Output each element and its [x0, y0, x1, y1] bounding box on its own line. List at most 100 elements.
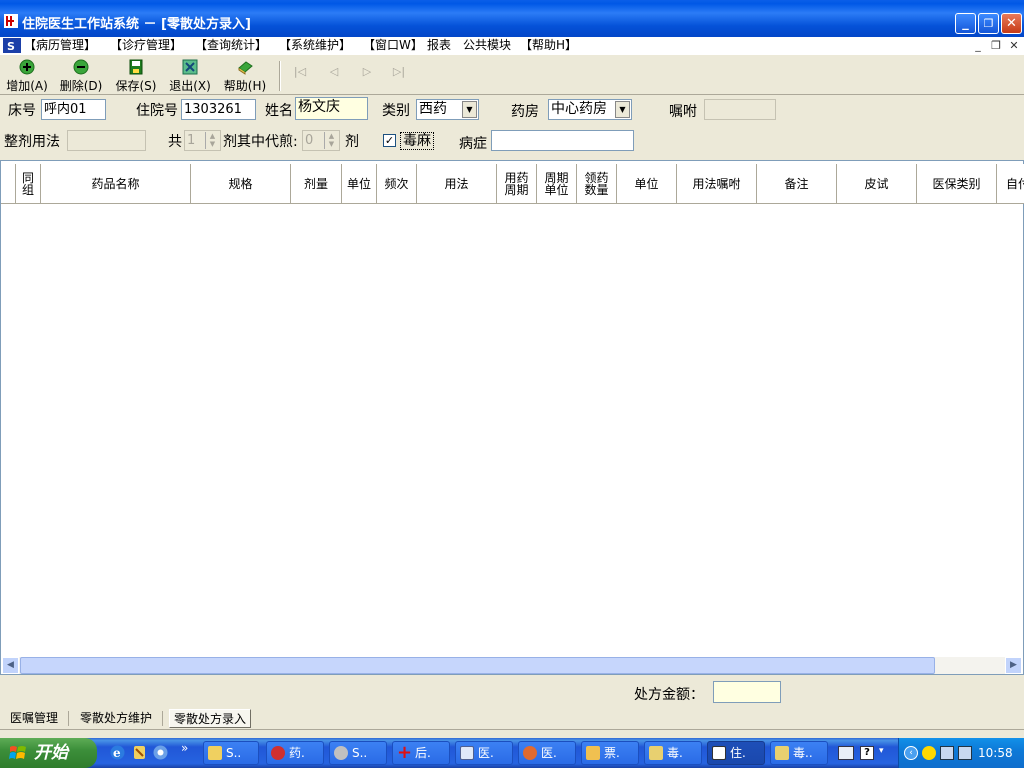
app-icon: [523, 746, 537, 760]
pen-icon: [586, 746, 600, 760]
tray-network-icon[interactable]: [940, 746, 954, 760]
taskbar-item-active[interactable]: 住.: [707, 741, 765, 765]
app-menu-icon[interactable]: S: [3, 38, 21, 53]
column-header-insurance-type[interactable]: 医保类别: [917, 164, 997, 204]
add-button[interactable]: 增加(A): [1, 58, 53, 93]
decoct-stepper[interactable]: 0 ▲ ▼: [302, 130, 340, 151]
dosage-method-label: 整剂用法: [4, 134, 60, 150]
close-button[interactable]: ✕: [1001, 13, 1022, 34]
clock[interactable]: 10:58: [978, 746, 1013, 760]
total-doses-stepper[interactable]: 1 ▲ ▼: [184, 130, 221, 151]
menu-help[interactable]: 【帮助H】: [520, 37, 577, 55]
column-header-medication-period[interactable]: 用药 周期: [497, 164, 537, 204]
nav-last-button[interactable]: ▷|: [391, 65, 407, 79]
nav-prev-button[interactable]: ◁: [326, 65, 342, 79]
taskbar-item[interactable]: 药.: [266, 741, 324, 765]
taskbar-item[interactable]: + 后.: [392, 741, 450, 765]
tray-collapse-icon[interactable]: ‹: [904, 746, 918, 760]
column-header-spec[interactable]: 规格: [191, 164, 291, 204]
disease-field[interactable]: [491, 130, 634, 151]
taskbar-item[interactable]: S..: [329, 741, 387, 765]
column-header-dose[interactable]: 剂量: [291, 164, 342, 204]
pharmacy-select[interactable]: 中心药房 ▼: [548, 99, 632, 120]
category-dropdown-icon[interactable]: ▼: [462, 101, 477, 118]
instruction-field[interactable]: [704, 99, 776, 120]
narcotic-checkbox[interactable]: ✓: [383, 134, 396, 147]
menu-window[interactable]: 【窗口W】: [363, 37, 423, 55]
quick-launch-ie-icon[interactable]: e: [109, 744, 126, 761]
menu-medical-records[interactable]: 【病历管理】: [24, 37, 96, 55]
help-button[interactable]: 帮助(H): [219, 58, 271, 93]
taskbar-item[interactable]: 医.: [518, 741, 576, 765]
prescription-amount-label: 处方金额：: [634, 687, 704, 703]
bed-field[interactable]: 呼内01: [41, 99, 106, 120]
column-header-drug-name[interactable]: 药品名称: [41, 164, 191, 204]
column-header-period-unit[interactable]: 周期 单位: [537, 164, 577, 204]
menu-bar: S 【病历管理】 【诊疗管理】 【查询统计】 【系统维护】 【窗口W】 报表 公…: [0, 37, 1024, 55]
decoct-label: 剂其中代煎:: [223, 134, 298, 150]
quick-launch-expand-icon[interactable]: »: [181, 741, 188, 755]
help-icon[interactable]: ?: [860, 746, 874, 760]
taskbar-item-label: 药.: [289, 746, 305, 760]
taskbar-item[interactable]: 毒.: [644, 741, 702, 765]
menu-diagnosis[interactable]: 【诊疗管理】: [110, 37, 182, 55]
scroll-thumb[interactable]: [20, 657, 935, 674]
pharmacy-label: 药房: [511, 104, 539, 120]
total-doses-spin-icon[interactable]: ▲ ▼: [205, 132, 219, 149]
taskbar-item[interactable]: 票.: [581, 741, 639, 765]
admission-number-field[interactable]: 1303261: [181, 99, 256, 120]
mdi-restore-button[interactable]: ❐: [989, 39, 1003, 53]
column-header-self-pay[interactable]: 自付: [997, 164, 1024, 204]
save-button[interactable]: 保存(S): [110, 58, 162, 93]
quick-launch-media-icon[interactable]: [152, 744, 169, 761]
prescription-grid[interactable]: 同 组 药品名称 规格 剂量 单位 频次 用法 用药 周期 周期 单位 领药 数…: [0, 160, 1024, 675]
column-header-dispense-unit[interactable]: 单位: [617, 164, 677, 204]
app-icon: [460, 746, 474, 760]
tab-prescription-entry[interactable]: 零散处方录入: [169, 709, 252, 728]
keyboard-icon[interactable]: [838, 746, 854, 760]
horizontal-scrollbar[interactable]: ◀ ▶: [2, 657, 1022, 674]
taskbar-item[interactable]: S..: [203, 741, 259, 765]
window-title: 住院医生工作站系统 － [零散处方录入]: [22, 17, 251, 32]
mdi-minimize-button[interactable]: _: [971, 39, 985, 53]
language-bar-icon[interactable]: ▾: [879, 746, 891, 760]
column-header-group[interactable]: 同 组: [16, 164, 41, 204]
nav-first-button[interactable]: |◁: [292, 65, 308, 79]
menu-system-maintenance[interactable]: 【系统维护】: [279, 37, 351, 55]
minimize-button[interactable]: _: [955, 13, 976, 34]
taskbar-item[interactable]: 毒..: [770, 741, 828, 765]
decoct-spin-icon[interactable]: ▲ ▼: [324, 132, 338, 149]
column-header-unit[interactable]: 单位: [342, 164, 377, 204]
prescription-amount-field: [713, 681, 781, 703]
instruction-label: 嘱咐: [669, 104, 697, 120]
restore-button[interactable]: ❐: [978, 13, 999, 34]
nav-next-button[interactable]: ▷: [359, 65, 375, 79]
column-header-remark[interactable]: 备注: [757, 164, 837, 204]
menu-public-module[interactable]: 公共模块: [463, 37, 511, 55]
pharmacy-dropdown-icon[interactable]: ▼: [615, 101, 630, 118]
category-select[interactable]: 西药 ▼: [416, 99, 479, 120]
column-header-skin-test[interactable]: 皮试: [837, 164, 917, 204]
menu-reports[interactable]: 报表: [427, 37, 451, 55]
svg-text:e: e: [113, 746, 121, 760]
tray-shield-icon[interactable]: [922, 746, 936, 760]
tray-network-icon[interactable]: [958, 746, 972, 760]
column-header-dispense-qty[interactable]: 领药 数量: [577, 164, 617, 204]
menu-query-stats[interactable]: 【查询统计】: [195, 37, 267, 55]
scroll-right-icon[interactable]: ▶: [1005, 657, 1022, 674]
dosage-method-field[interactable]: [67, 130, 146, 151]
taskbar-item[interactable]: 医.: [455, 741, 513, 765]
mdi-close-button[interactable]: ✕: [1007, 39, 1021, 53]
column-header-usage-note[interactable]: 用法嘱咐: [677, 164, 757, 204]
column-header-frequency[interactable]: 频次: [377, 164, 417, 204]
patient-name-field[interactable]: 杨文庆: [295, 97, 368, 120]
narcotic-label[interactable]: 毒麻: [400, 132, 434, 150]
decoct-value: 0: [305, 133, 314, 148]
tab-prescription-maintenance[interactable]: 零散处方维护: [76, 709, 156, 728]
tab-order-management[interactable]: 医嘱管理: [6, 709, 62, 728]
column-header-usage[interactable]: 用法: [417, 164, 497, 204]
quick-launch-app-icon[interactable]: [131, 744, 148, 761]
scroll-left-icon[interactable]: ◀: [2, 657, 19, 674]
exit-button[interactable]: 退出(X): [164, 58, 216, 93]
delete-button[interactable]: 删除(D): [55, 58, 107, 93]
